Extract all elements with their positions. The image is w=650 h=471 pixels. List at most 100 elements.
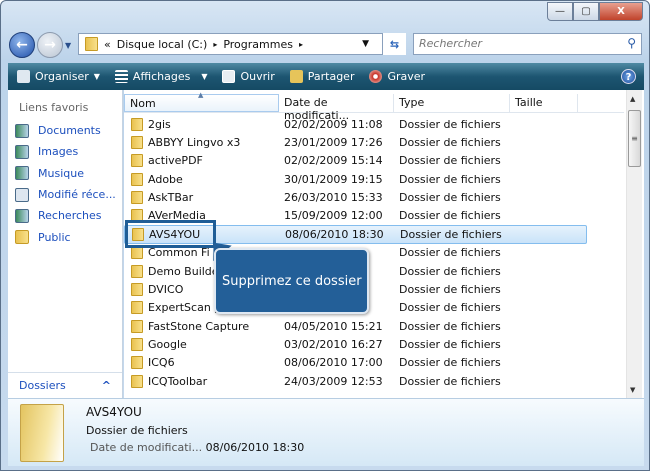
label: Partager — [307, 70, 355, 83]
file-rows: 2gis 02/02/2009 11:08 Dossier de fichiers A… — [124, 115, 624, 390]
ouvrir-button[interactable]: Ouvrir — [222, 70, 275, 83]
folder-icon — [131, 117, 143, 131]
breadcrumb-programmes[interactable]: Programmes — [223, 38, 293, 51]
folder-icon — [131, 172, 143, 186]
label: Images — [38, 145, 79, 159]
documents-icon — [15, 123, 29, 138]
table-row[interactable]: ExpertScan p Dossier de fichiers — [124, 299, 624, 317]
sidebar-item-documents[interactable]: Documents — [8, 120, 122, 141]
table-row[interactable]: AskTBar 26/03/2010 15:33 Dossier de fichie… — [124, 188, 624, 206]
sidebar-item-recent[interactable]: Modifié réce... — [8, 184, 122, 205]
column-date[interactable]: Date de modificati... — [279, 94, 394, 122]
back-button[interactable]: ← — [9, 32, 35, 58]
sidebar-item-public[interactable]: Public — [8, 226, 122, 247]
file-type: Dossier de fichiers — [399, 264, 501, 278]
navigation-pane: Liens favoris Documents Images Musique M… — [8, 90, 123, 398]
folder-icon — [131, 319, 143, 333]
label: Public — [38, 230, 71, 244]
folder-icon — [131, 136, 143, 150]
folder-icon — [15, 230, 29, 245]
folder-icon — [131, 191, 143, 205]
table-row[interactable]: 2gis 02/02/2009 11:08 Dossier de fichiers — [124, 115, 624, 133]
folder-icon — [131, 246, 143, 260]
table-row[interactable]: ICQ6 08/06/2010 17:00 Dossier de fichiers — [124, 354, 624, 372]
name-text: Adobe — [148, 172, 183, 186]
column-type[interactable]: Type — [394, 94, 510, 112]
search-input[interactable]: Rechercher ⚲ — [413, 33, 642, 55]
address-bar[interactable]: « Disque local (C:) ▸ Programmes ▸ ▼ — [78, 33, 406, 55]
label: Date de modificati... — [90, 441, 203, 454]
explorer-window: — ▢ X ← → ▼ « Disque local (C:) ▸ Progra… — [0, 0, 650, 471]
file-name: AskTBar — [124, 191, 279, 205]
file-type: Dossier de fichiers — [399, 374, 501, 388]
affichages-button[interactable]: Affichages ▼ — [114, 70, 207, 83]
help-icon[interactable]: ? — [621, 69, 636, 84]
file-type: Dossier de fichiers — [399, 136, 501, 150]
file-name: Google — [124, 337, 279, 351]
file-type: Dossier de fichiers — [399, 172, 501, 186]
chevron-right-icon[interactable]: ▸ — [213, 40, 217, 49]
scroll-thumb[interactable]: ≡ — [628, 110, 641, 167]
sidebar-item-recherches[interactable]: Recherches — [8, 205, 122, 226]
label: Musique — [38, 166, 84, 180]
name-text: DVICO — [148, 282, 184, 296]
name-text: ICQToolbar — [148, 374, 208, 388]
label: Recherches — [38, 209, 102, 223]
file-name: ICQToolbar — [124, 374, 279, 388]
views-icon — [114, 70, 128, 83]
search-icon[interactable]: ⚲ — [627, 36, 636, 50]
column-taille[interactable]: Taille — [510, 94, 578, 112]
folder-icon — [85, 37, 98, 51]
folder-icon — [131, 356, 143, 370]
label: Dossiers — [19, 379, 66, 392]
window-controls: — ▢ X — [547, 2, 643, 21]
table-row[interactable]: Demo Builde Dossier de fichiers — [124, 262, 624, 280]
table-row[interactable]: ICQToolbar 24/03/2009 12:53 Dossier de fic… — [124, 372, 624, 390]
recent-pages-dropdown[interactable]: ▼ — [65, 41, 71, 50]
address-dropdown[interactable]: ▼ — [362, 39, 369, 49]
table-row[interactable]: FastStone Capture 04/05/2010 15:21 Dossier… — [124, 317, 624, 335]
sidebar-item-images[interactable]: Images — [8, 141, 122, 162]
label: Documents — [38, 124, 101, 138]
minimize-button[interactable]: — — [547, 2, 573, 21]
table-row[interactable]: DVICO Dossier de fichiers — [124, 280, 624, 298]
instruction-callout: Supprimez ce dossier — [214, 248, 369, 314]
folder-icon — [131, 282, 143, 296]
column-nom[interactable]: ▲ Nom — [124, 91, 279, 112]
chevron-right-icon[interactable]: ▸ — [299, 40, 303, 49]
table-row[interactable]: Google 03/02/2010 16:27 Dossier de fichier… — [124, 335, 624, 353]
breadcrumb-disque[interactable]: Disque local (C:) — [117, 38, 208, 51]
music-icon — [15, 166, 29, 181]
command-bar: Organiser ▼ Affichages ▼ Ouvrir Partager G… — [8, 63, 644, 90]
name-text: 2gis — [148, 117, 171, 131]
graver-button[interactable]: Graver — [369, 70, 425, 83]
details-name: AVS4YOU — [86, 405, 142, 419]
folder-icon — [131, 337, 143, 351]
close-button[interactable]: X — [599, 2, 643, 21]
forward-button[interactable]: → — [37, 32, 63, 58]
table-row[interactable]: Adobe 30/01/2009 19:15 Dossier de fichiers — [124, 170, 624, 188]
images-icon — [15, 144, 29, 159]
table-row[interactable]: activePDF 02/02/2009 15:14 Dossier de fich… — [124, 152, 624, 170]
label: Graver — [387, 70, 426, 83]
sidebar-item-musique[interactable]: Musique — [8, 163, 122, 184]
file-date: 15/09/2009 12:00 — [284, 209, 383, 223]
file-type: Dossier de fichiers — [399, 282, 501, 296]
highlight-box — [125, 220, 216, 248]
file-date: 24/03/2009 12:53 — [284, 374, 383, 388]
file-type: Dossier de fichiers — [399, 117, 501, 131]
scroll-up-icon[interactable]: ▲ — [630, 95, 635, 103]
scroll-down-icon[interactable]: ▼ — [630, 386, 635, 394]
refresh-button[interactable]: ⇆ — [382, 33, 406, 55]
maximize-button[interactable]: ▢ — [573, 2, 599, 21]
partager-button[interactable]: Partager — [289, 70, 355, 83]
table-row[interactable]: ABBYY Lingvo x3 23/01/2009 17:26 Dossier d… — [124, 133, 624, 151]
vertical-scrollbar[interactable]: ▲ ≡ ▼ — [626, 90, 642, 398]
address-overflow[interactable]: « — [104, 38, 111, 51]
nav-buttons: ← → ▼ — [9, 32, 71, 58]
share-icon — [289, 70, 303, 83]
organiser-button[interactable]: Organiser ▼ — [17, 70, 100, 83]
label: Modifié réce... — [38, 188, 116, 202]
sort-arrow-icon: ▲ — [198, 91, 204, 99]
folders-toggle[interactable]: Dossiers ^ — [8, 372, 122, 398]
